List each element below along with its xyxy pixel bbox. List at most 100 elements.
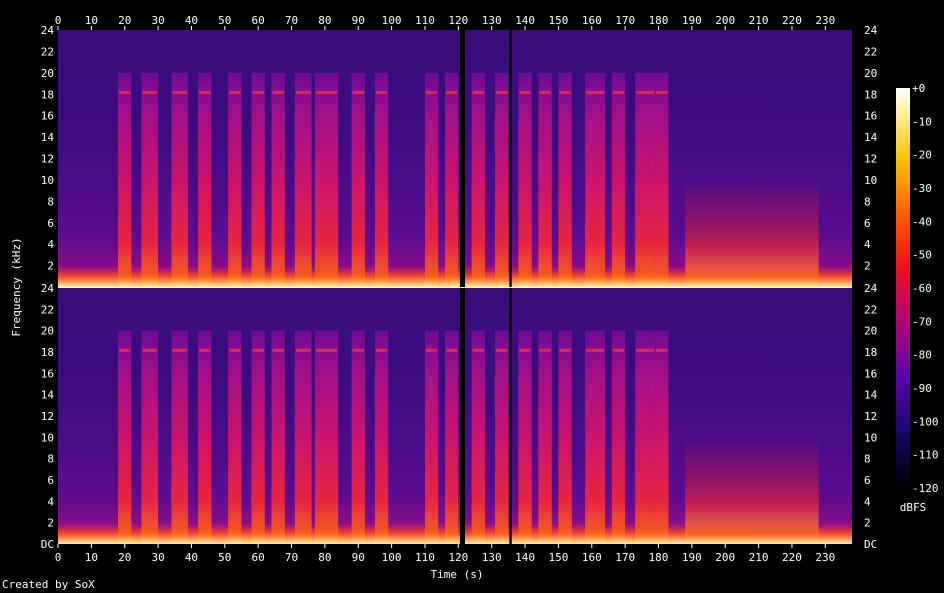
burst xyxy=(635,72,656,287)
x-tick-label-bottom: 130 xyxy=(482,551,502,564)
x-tick-label-top: 90 xyxy=(352,14,365,27)
burst xyxy=(471,72,486,287)
x-tick-label-bottom: 160 xyxy=(582,551,602,564)
x-tick-label-top: 230 xyxy=(815,14,835,27)
burst xyxy=(444,72,459,287)
burst xyxy=(294,72,312,287)
y-tick-label-left-top: 18 xyxy=(41,88,54,101)
band-18khz xyxy=(229,91,241,95)
x-tick-label-top: 110 xyxy=(415,14,435,27)
y-tick-label-right-top: 18 xyxy=(864,88,877,101)
colorbar-tick-label: +0 xyxy=(912,82,925,95)
x-tick-label-bottom: 40 xyxy=(185,551,198,564)
burst xyxy=(251,330,265,544)
x-tick-label-top: 70 xyxy=(285,14,298,27)
band-18khz xyxy=(142,91,158,95)
y-tick-label-right-top: 2 xyxy=(864,260,871,273)
x-tick-label-bottom: 230 xyxy=(815,551,835,564)
spectrogram-chart: 0 0 10 10 20 20 30 30 40 40 50 50 60 60 70 70 80 80 90 90 10… xyxy=(10,14,939,581)
y-tick-label-left-bottom: 20 xyxy=(41,325,54,338)
x-tick-label-top: 210 xyxy=(749,14,769,27)
y-tick-label-left-top: 4 xyxy=(47,238,54,251)
band-18khz xyxy=(199,91,211,95)
band-18khz xyxy=(272,91,284,95)
band-18khz xyxy=(586,91,605,95)
colorbar-tick-label: -20 xyxy=(912,149,932,162)
band-18khz xyxy=(612,91,625,95)
band-18khz xyxy=(252,348,264,352)
burst xyxy=(518,330,532,544)
silent-gap xyxy=(460,288,466,544)
burst xyxy=(294,330,312,544)
y-tick-label-left-bottom: 24 xyxy=(41,282,55,295)
x-tick-label-bottom: 180 xyxy=(649,551,669,564)
channel-divider xyxy=(58,287,852,288)
y-tick-label-right-bottom: 4 xyxy=(864,495,871,508)
burst xyxy=(351,72,365,287)
band-18khz xyxy=(229,348,241,352)
y-tick-label-left-bottom: DC xyxy=(41,538,54,551)
burst xyxy=(585,72,606,287)
band-18khz xyxy=(425,348,438,352)
burst xyxy=(271,330,285,544)
colorbar-tick-label: -100 xyxy=(912,415,939,428)
band-18khz xyxy=(315,348,338,352)
y-tick-label-left-bottom: 18 xyxy=(41,346,54,359)
burst xyxy=(538,72,552,287)
y-tick-label-left-top: 8 xyxy=(47,195,54,208)
burst xyxy=(611,72,626,287)
y-tick-label-right-bottom: 14 xyxy=(864,389,878,402)
y-tick-label-left-top: 22 xyxy=(41,45,54,58)
burst xyxy=(655,330,669,544)
x-tick-label-bottom: 110 xyxy=(415,551,435,564)
x-tick-label-bottom: 170 xyxy=(615,551,635,564)
y-tick-label-right-bottom: 10 xyxy=(864,431,877,444)
burst xyxy=(351,330,365,544)
channel-2 xyxy=(58,288,852,544)
x-tick-label-top: 130 xyxy=(482,14,502,27)
x-tick-label-top: 190 xyxy=(682,14,702,27)
colorbar-tick-label: -60 xyxy=(912,282,932,295)
y-tick-label-right-bottom: 22 xyxy=(864,303,877,316)
x-tick-label-top: 120 xyxy=(448,14,468,27)
x-tick-label-top: 20 xyxy=(118,14,131,27)
band-18khz xyxy=(612,348,625,352)
x-tick-label-bottom: 80 xyxy=(318,551,331,564)
x-tick-label-top: 170 xyxy=(615,14,635,27)
y-tick-label-left-bottom: 6 xyxy=(47,474,54,487)
x-tick-label-bottom: 140 xyxy=(515,551,535,564)
x-tick-label-top: 0 xyxy=(55,14,62,27)
silent-gap xyxy=(460,30,466,287)
y-tick-label-right-top: 16 xyxy=(864,110,877,123)
silent-gap xyxy=(509,288,512,544)
y-tick-label-right-top: 6 xyxy=(864,217,871,230)
band-18khz xyxy=(472,91,485,95)
x-axis-label: Time (s) xyxy=(431,568,484,581)
colorbar-tick-label: -40 xyxy=(912,215,932,228)
burst xyxy=(314,330,339,544)
y-tick-label-left-bottom: 4 xyxy=(47,495,54,508)
band-18khz xyxy=(586,348,605,352)
x-tick-label-bottom: 10 xyxy=(85,551,98,564)
y-tick-label-right-bottom: 12 xyxy=(864,410,877,423)
low-frequency-floor xyxy=(58,522,852,544)
y-tick-label-right-bottom: 6 xyxy=(864,474,871,487)
y-tick-label-left-top: 12 xyxy=(41,153,54,166)
x-tick-label-bottom: 60 xyxy=(252,551,265,564)
burst xyxy=(198,72,212,287)
burst xyxy=(655,72,669,287)
burst xyxy=(198,330,212,544)
band-18khz xyxy=(472,348,485,352)
y-tick-label-right-bottom: 20 xyxy=(864,325,877,338)
x-tick-label-top: 220 xyxy=(782,14,802,27)
band-18khz xyxy=(559,348,571,352)
y-tick-label-right-bottom: 18 xyxy=(864,346,877,359)
x-tick-label-top: 150 xyxy=(548,14,568,27)
colorbar xyxy=(896,88,910,488)
y-tick-label-left-top: 24 xyxy=(41,24,55,37)
burst xyxy=(495,72,509,287)
colorbar-tick-label: -110 xyxy=(912,449,939,462)
band-18khz xyxy=(172,91,188,95)
band-18khz xyxy=(199,348,211,352)
burst xyxy=(611,330,626,544)
